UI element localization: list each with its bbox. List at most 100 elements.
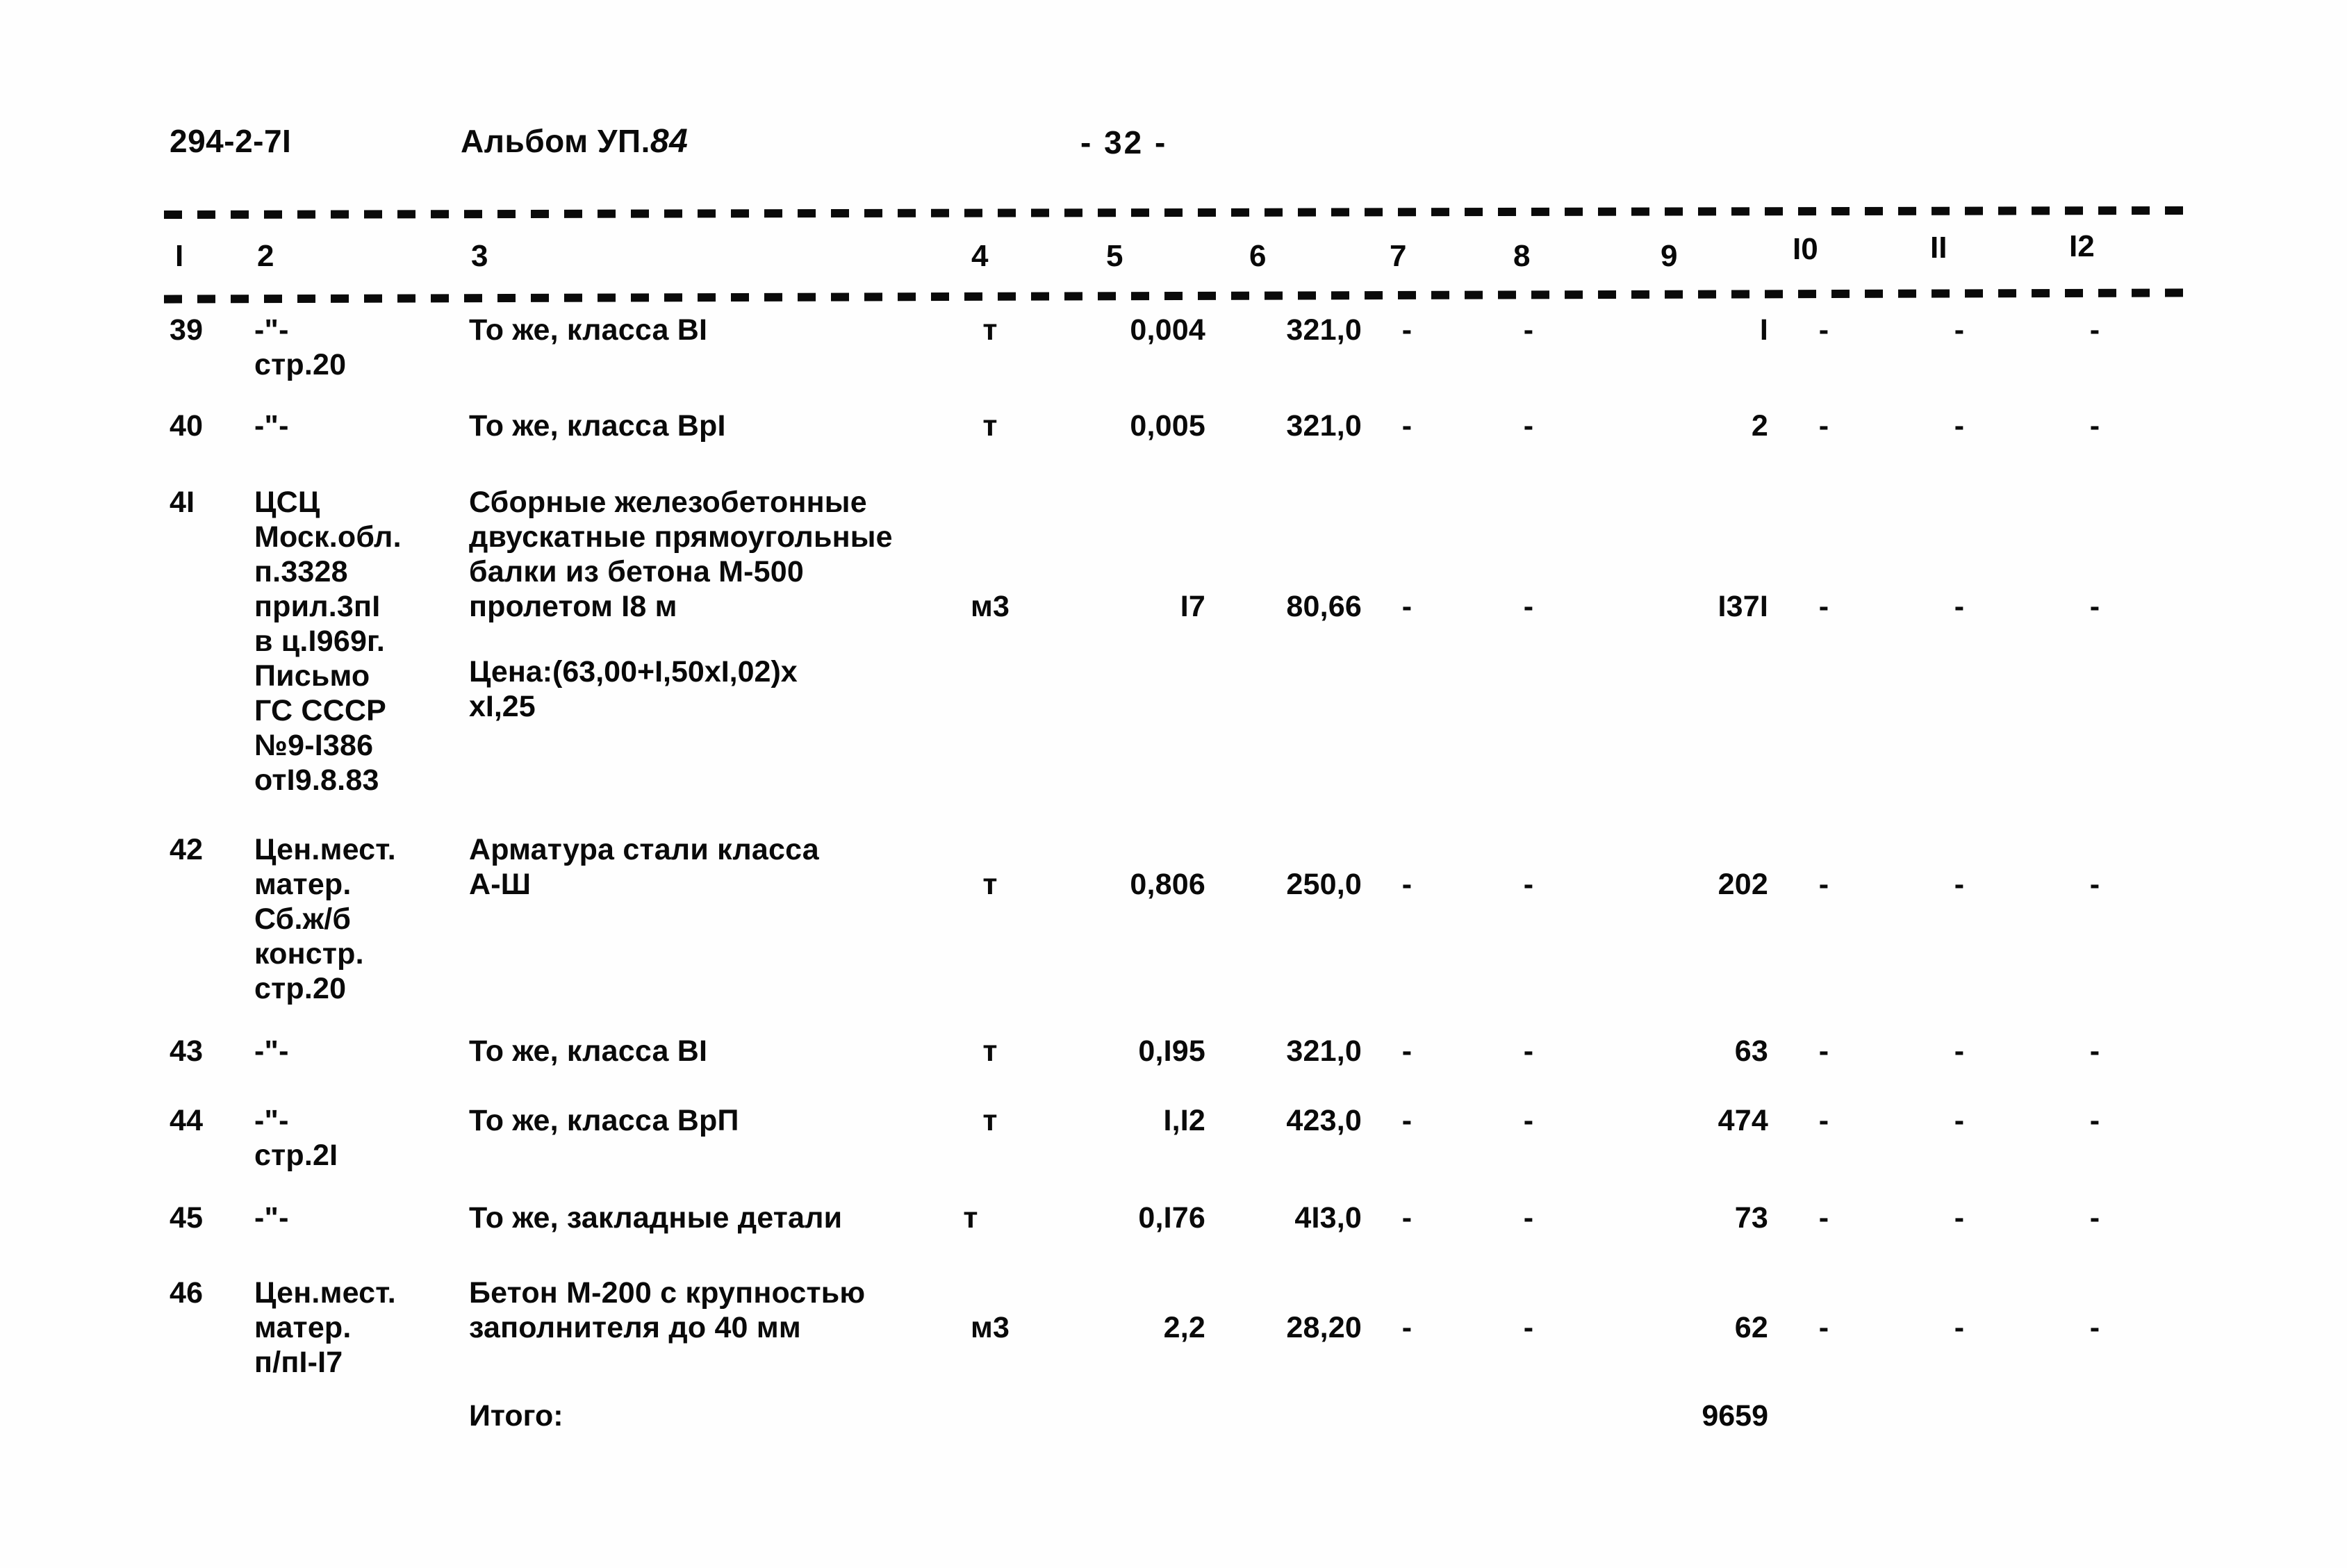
table-total-row: Итого: 9659 — [0, 1396, 2347, 1480]
row-col10: - — [1818, 590, 1829, 623]
column-number-6: 6 — [1249, 239, 1267, 273]
row-col8: - — [1523, 313, 1534, 347]
row-col10: - — [1818, 1201, 1829, 1235]
row-col12: - — [2089, 409, 2100, 443]
row-description: То же, закладные детали — [469, 1201, 843, 1235]
row-unit-price: 321,0 — [1286, 409, 1362, 443]
column-number-3: 3 — [471, 239, 488, 273]
row-description: Сборные железобетонные двускатные прямоу… — [469, 486, 893, 623]
row-source: -"- стр.20 — [254, 313, 347, 381]
row-source: Цен.мест. матер. Сб.ж/б констр. стр.20 — [254, 833, 396, 1005]
row-col10: - — [1818, 409, 1829, 443]
row-total: 2 — [1751, 409, 1768, 443]
document-code: 294-2-7I — [170, 123, 292, 159]
column-number-11: II — [1930, 231, 1947, 265]
row-col7: - — [1401, 590, 1413, 623]
row-source: ЦСЦ Моск.обл. п.3328 прил.3пI в ц.I969г.… — [254, 486, 402, 797]
row-col7: - — [1401, 1104, 1413, 1137]
row-col8: - — [1523, 1034, 1534, 1068]
row-source: -"- — [254, 1201, 289, 1235]
row-col7: - — [1401, 313, 1413, 347]
table-row: 43 -"- То же, класса ВI т 0,I95 321,0 - … — [0, 1030, 2347, 1099]
row-description: То же, класса ВI — [469, 313, 708, 347]
total-label: Итого: — [469, 1399, 563, 1433]
album-label: Альбом УП. — [461, 123, 650, 159]
row-number: 4I — [170, 486, 195, 519]
row-number: 45 — [170, 1201, 204, 1235]
row-col11: - — [1954, 1034, 1965, 1068]
row-col10: - — [1818, 1034, 1829, 1068]
row-quantity: I7 — [1180, 590, 1205, 623]
row-unit: м3 — [970, 590, 1010, 623]
row-description: Арматура стали класса А-Ш — [469, 833, 819, 901]
row-unit-price: 321,0 — [1286, 313, 1362, 347]
table-row: 42 Цен.мест. матер. Сб.ж/б констр. стр.2… — [0, 828, 2347, 1030]
column-number-4: 4 — [971, 239, 989, 273]
page-number: - 32 - — [1080, 124, 1168, 160]
row-number: 40 — [170, 409, 204, 443]
row-source: -"- — [254, 409, 289, 443]
table-row: 45 -"- То же, закладные детали т 0,I76 4… — [0, 1196, 2347, 1271]
table-row: 46 Цен.мест. матер. п/пI-I7 Бетон М-200 … — [0, 1271, 2347, 1396]
table-row: 39 -"- стр.20 То же, класса ВI т 0,004 3… — [0, 306, 2347, 404]
row-number: 39 — [170, 313, 204, 347]
album-label-group: Альбом УП.84 — [461, 122, 688, 160]
row-col11: - — [1954, 1311, 1965, 1344]
table-column-header-row: I 2 3 4 5 6 7 8 9 I0 II I2 — [0, 229, 2347, 282]
row-description: То же, класса ВI — [469, 1034, 708, 1068]
row-col10: - — [1818, 868, 1829, 901]
row-col8: - — [1523, 409, 1534, 443]
column-number-8: 8 — [1513, 239, 1531, 273]
row-col12: - — [2089, 1104, 2100, 1137]
row-description: Бетон М-200 с крупностью заполнителя до … — [469, 1276, 866, 1344]
column-number-5: 5 — [1106, 239, 1123, 273]
row-col8: - — [1523, 868, 1534, 901]
row-price-formula-note: Цена:(63,00+I,50xI,02)x xI,25 — [469, 655, 798, 723]
album-number: 84 — [650, 123, 689, 160]
row-col12: - — [2089, 313, 2100, 347]
row-total: 62 — [1734, 1311, 1768, 1344]
row-number: 42 — [170, 833, 204, 866]
table-row: 44 -"- стр.2I То же, класса ВрП т I,I2 4… — [0, 1099, 2347, 1196]
row-col11: - — [1954, 1201, 1965, 1235]
row-col8: - — [1523, 1311, 1534, 1344]
row-col11: - — [1954, 313, 1965, 347]
row-total: 63 — [1734, 1034, 1768, 1068]
row-unit-price: 80,66 — [1286, 590, 1362, 623]
table-header-bottom-dashed-rule — [163, 288, 2187, 304]
row-col7: - — [1401, 1034, 1413, 1068]
row-unit-price: 321,0 — [1286, 1034, 1362, 1068]
row-col10: - — [1818, 1311, 1829, 1344]
row-unit: т — [982, 1034, 998, 1068]
row-col7: - — [1401, 1201, 1413, 1235]
row-total: I — [1759, 313, 1768, 347]
row-unit: т — [963, 1201, 978, 1235]
row-col8: - — [1523, 1104, 1534, 1137]
row-number: 46 — [170, 1276, 204, 1310]
row-unit-price: 250,0 — [1286, 868, 1362, 901]
row-col10: - — [1818, 313, 1829, 347]
row-total: 73 — [1734, 1201, 1768, 1235]
table-row: 40 -"- То же, класса ВрI т 0,005 321,0 -… — [0, 404, 2347, 481]
row-unit: м3 — [970, 1311, 1010, 1344]
row-col12: - — [2089, 1201, 2100, 1235]
row-description: То же, класса ВрП — [469, 1104, 739, 1137]
row-quantity: 0,005 — [1130, 409, 1205, 443]
row-col7: - — [1401, 868, 1413, 901]
row-col11: - — [1954, 868, 1965, 901]
row-number: 43 — [170, 1034, 204, 1068]
row-unit-price: 4I3,0 — [1294, 1201, 1362, 1235]
row-col8: - — [1523, 1201, 1534, 1235]
row-col10: - — [1818, 1104, 1829, 1137]
column-number-10: I0 — [1793, 232, 1818, 266]
document-header: 294-2-7I Альбом УП.84 - 32 - — [0, 122, 2347, 171]
row-quantity: I,I2 — [1163, 1104, 1205, 1137]
document-page: 294-2-7I Альбом УП.84 - 32 - I 2 3 4 5 6… — [0, 0, 2347, 1568]
row-col11: - — [1954, 1104, 1965, 1137]
row-number: 44 — [170, 1104, 204, 1137]
row-source: -"- — [254, 1034, 289, 1068]
column-number-12: I2 — [2069, 229, 2095, 263]
table-row: 4I ЦСЦ Моск.обл. п.3328 прил.3пI в ц.I96… — [0, 481, 2347, 828]
row-quantity: 0,I76 — [1138, 1201, 1205, 1235]
table-body: 39 -"- стр.20 То же, класса ВI т 0,004 3… — [0, 306, 2347, 1480]
